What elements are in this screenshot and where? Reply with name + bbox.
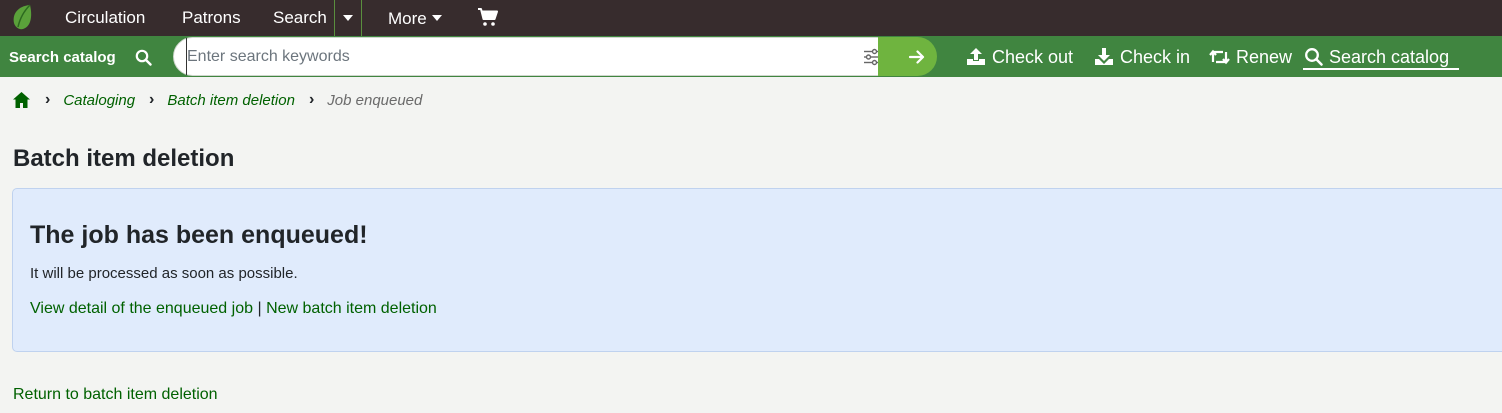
new-batch-deletion-link[interactable]: New batch item deletion: [266, 300, 437, 317]
search-icon: [1305, 48, 1323, 66]
search-dropdown-toggle[interactable]: [334, 0, 362, 36]
view-job-detail-link[interactable]: View detail of the enqueued job: [30, 300, 253, 317]
caret-down-icon: [343, 15, 353, 21]
breadcrumb-separator: ›: [149, 91, 155, 108]
job-enqueued-message: The job has been enqueued! It will be pr…: [12, 188, 1502, 352]
search-submit-button[interactable]: [878, 37, 937, 76]
link-separator: |: [257, 300, 262, 317]
message-heading: The job has been enqueued!: [30, 221, 368, 249]
active-tab-underline: [1303, 68, 1459, 70]
koha-leaf-icon[interactable]: [10, 3, 36, 31]
nav-more[interactable]: More: [388, 0, 442, 36]
home-icon[interactable]: [12, 91, 31, 109]
download-icon: [1095, 48, 1113, 65]
breadcrumb-current: Job enqueued: [327, 91, 423, 109]
nav-more-label: More: [388, 8, 427, 28]
return-to-batch-deletion-link[interactable]: Return to batch item deletion: [13, 386, 218, 404]
search-catalog-label: Search catalog: [1329, 46, 1450, 67]
nav-circulation[interactable]: Circulation: [65, 0, 145, 36]
message-links: View detail of the enqueued job | New ba…: [30, 300, 437, 318]
renew-label: Renew: [1236, 46, 1293, 67]
cart-icon[interactable]: [477, 7, 499, 27]
caret-down-icon: [431, 15, 442, 21]
search-type-label-text: Search catalog: [9, 49, 116, 66]
retweet-icon: [1209, 49, 1230, 64]
check-out-label: Check out: [992, 46, 1074, 67]
top-navbar: Circulation Patrons Search More: [0, 0, 1502, 36]
page-title: Batch item deletion: [13, 145, 235, 172]
arrow-right-icon: [909, 49, 925, 64]
search-input-container: [173, 37, 897, 76]
breadcrumb-separator: ›: [308, 91, 315, 108]
breadcrumb-batch-item-deletion[interactable]: Batch item deletion: [167, 92, 295, 109]
check-out-link[interactable]: Check out: [966, 36, 1073, 77]
check-in-link[interactable]: Check in: [1094, 36, 1190, 77]
breadcrumb: › Cataloging › Batch item deletion › Job…: [12, 88, 422, 112]
check-in-label: Check in: [1120, 46, 1191, 67]
upload-icon: [967, 48, 985, 65]
message-text: It will be processed as soon as possible…: [30, 265, 298, 282]
search-type-label[interactable]: Search catalog: [0, 37, 175, 76]
search-icon: [135, 49, 152, 66]
nav-patrons[interactable]: Patrons: [182, 0, 241, 36]
nav-search[interactable]: Search: [273, 0, 327, 36]
breadcrumb-cataloging[interactable]: Cataloging: [63, 92, 135, 109]
search-catalog-link[interactable]: Search catalog: [1304, 36, 1449, 77]
breadcrumb-separator: ›: [45, 91, 51, 108]
search-input[interactable]: [186, 38, 846, 75]
renew-link[interactable]: Renew: [1209, 36, 1292, 77]
